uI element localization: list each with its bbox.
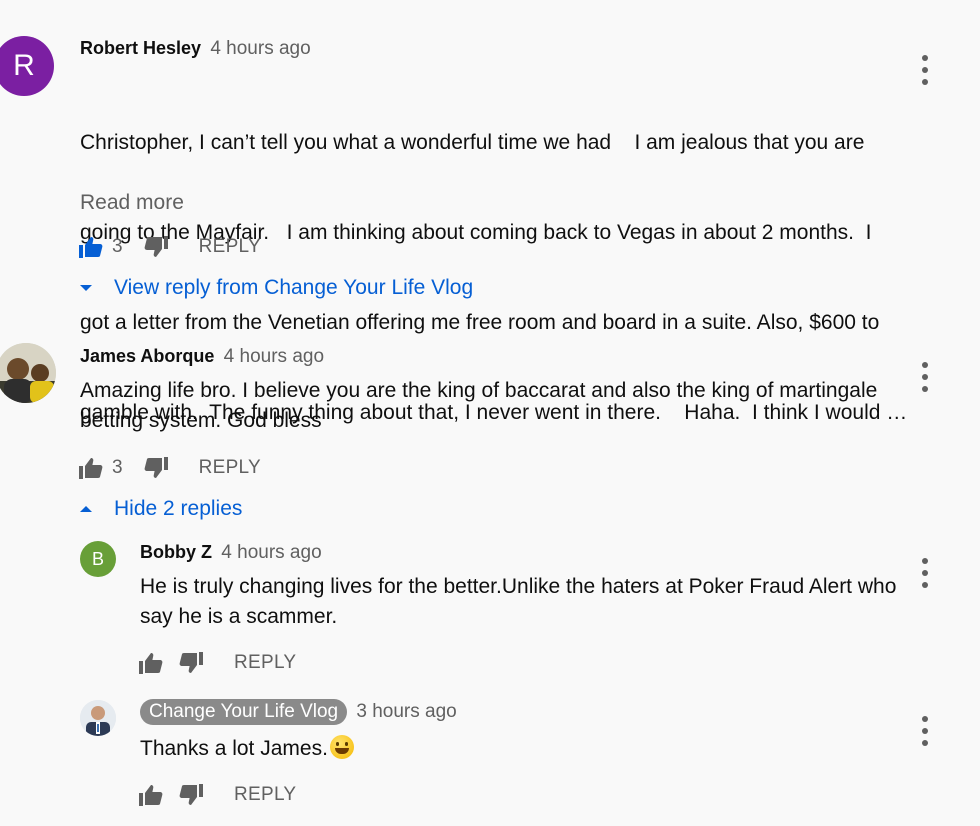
thumb-up-icon[interactable] (138, 782, 164, 808)
timestamp[interactable]: 3 hours ago (356, 701, 456, 722)
comment-line: Christopher, I can’t tell you what a won… (80, 131, 865, 154)
thumb-down-icon[interactable] (143, 455, 169, 481)
channel-owner-badge[interactable]: Change Your Life Vlog (140, 699, 348, 725)
timestamp[interactable]: 4 hours ago (210, 38, 310, 59)
reply-text: He is truly changing lives for the bette… (140, 572, 896, 632)
thumb-up-icon[interactable] (138, 650, 164, 676)
more-vertical-icon[interactable] (915, 55, 935, 85)
reply-button[interactable]: REPLY (199, 236, 261, 258)
grinning-face-emoji (329, 735, 354, 759)
comment-header: James Aborque 4 hours ago (80, 346, 324, 368)
reply-line: Thanks a lot James. (140, 737, 328, 760)
thumb-up-icon[interactable] (78, 455, 104, 481)
comment-actions: 3 REPLY (78, 453, 261, 483)
read-more-link[interactable]: Read more (80, 191, 184, 215)
timestamp[interactable]: 4 hours ago (224, 346, 324, 367)
avatar-letter: R (13, 49, 35, 82)
view-replies-label: View reply from Change Your Life Vlog (114, 276, 474, 299)
caret-up-icon (80, 506, 92, 512)
reply-header: Bobby Z 4 hours ago (140, 542, 322, 564)
comment-text: Amazing life bro. I believe you are the … (80, 376, 877, 436)
comment-header: Robert Hesley 4 hours ago (80, 38, 311, 60)
reply-button[interactable]: REPLY (234, 652, 296, 674)
thumb-up-icon[interactable] (78, 234, 104, 260)
reply-button[interactable]: REPLY (234, 784, 296, 806)
reply-button[interactable]: REPLY (199, 457, 261, 479)
more-vertical-icon[interactable] (915, 558, 935, 588)
comment-line: Amazing life bro. I believe you are the … (80, 379, 878, 402)
reply-actions: REPLY (138, 648, 296, 678)
avatar[interactable] (80, 700, 116, 736)
avatar[interactable]: B (80, 541, 116, 577)
comments-section: R Robert Hesley 4 hours ago Christopher,… (0, 0, 980, 826)
like-count: 3 (112, 236, 123, 257)
more-vertical-icon[interactable] (915, 716, 935, 746)
comment-line: betting system. God bless (80, 409, 322, 432)
reply-line: He is truly changing lives for the bette… (140, 575, 897, 598)
reply-line: say he is a scammer. (140, 605, 338, 628)
comment-line: got a letter from the Venetian offering … (80, 311, 880, 334)
author-name[interactable]: Bobby Z (140, 542, 212, 562)
hide-replies-label: Hide 2 replies (114, 497, 243, 520)
avatar[interactable]: R (0, 36, 54, 96)
reply-text: Thanks a lot James. (140, 734, 354, 764)
more-vertical-icon[interactable] (915, 362, 935, 392)
timestamp[interactable]: 4 hours ago (221, 542, 321, 563)
avatar-photo (80, 700, 116, 736)
caret-down-icon (80, 285, 92, 291)
author-name[interactable]: Robert Hesley (80, 38, 201, 58)
hide-replies-button[interactable]: Hide 2 replies (80, 497, 242, 521)
thumb-down-icon[interactable] (143, 234, 169, 260)
reply-actions: REPLY (138, 780, 296, 810)
author-name[interactable]: James Aborque (80, 346, 214, 366)
reply-header: Change Your Life Vlog 3 hours ago (140, 699, 457, 725)
avatar-photo (0, 343, 56, 403)
avatar[interactable] (0, 343, 56, 403)
like-count: 3 (112, 457, 123, 478)
comment-actions: 3 REPLY (78, 232, 261, 262)
avatar-letter: B (91, 548, 104, 569)
thumb-down-icon[interactable] (178, 782, 204, 808)
thumb-down-icon[interactable] (178, 650, 204, 676)
view-replies-button[interactable]: View reply from Change Your Life Vlog (80, 276, 473, 300)
